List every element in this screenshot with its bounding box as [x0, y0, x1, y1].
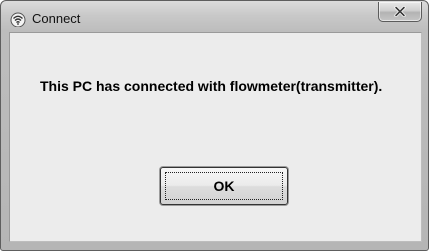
ok-button[interactable]: OK: [160, 167, 288, 205]
connect-dialog-window: Connect This PC has connected with flowm…: [0, 0, 429, 251]
title-bar[interactable]: Connect: [1, 1, 428, 32]
dialog-message: This PC has connected with flowmeter(tra…: [40, 78, 383, 94]
close-icon: [394, 6, 406, 17]
close-button[interactable]: [378, 2, 422, 22]
ok-button-label: OK: [213, 178, 235, 194]
dialog-content: This PC has connected with flowmeter(tra…: [9, 32, 422, 242]
window-title: Connect: [32, 11, 81, 26]
signal-waves-icon: [10, 11, 26, 28]
